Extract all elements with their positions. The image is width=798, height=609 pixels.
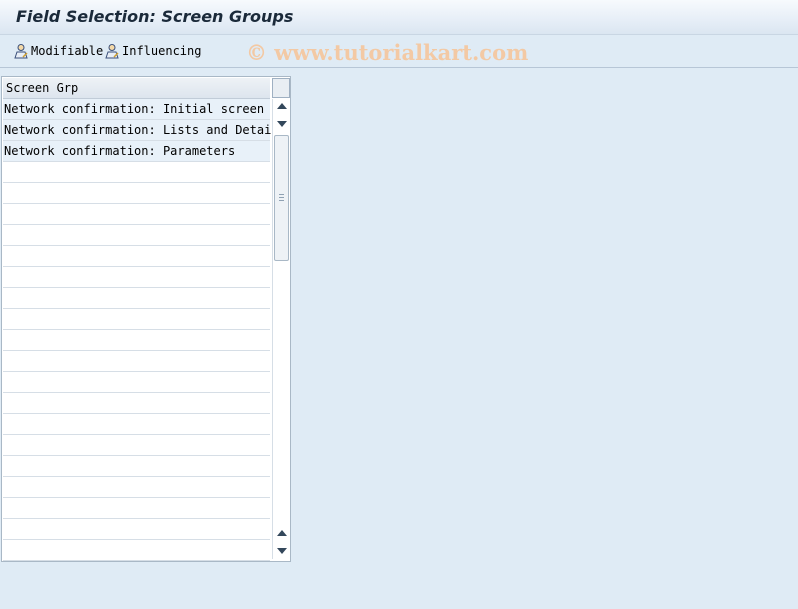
vertical-scrollbar[interactable] [272,99,290,559]
empty-row [3,414,270,435]
empty-row [3,330,270,351]
empty-row [3,246,270,267]
table-rows: Network confirmation: Initial screen Net… [3,99,286,561]
watermark: © www.tutorialkart.com [246,40,529,65]
table-row[interactable]: Network confirmation: Lists and Details [3,120,286,141]
empty-row [3,288,270,309]
empty-row [3,435,270,456]
empty-row [3,540,270,561]
scroll-page-down-icon[interactable] [277,548,287,554]
empty-row [3,498,270,519]
empty-row [3,456,270,477]
person-pen-icon [105,44,119,59]
empty-row [3,393,270,414]
column-header-label: Screen Grp [6,81,79,95]
empty-row [3,351,270,372]
table-row[interactable]: Network confirmation: Parameters [3,141,270,162]
scrollbar-thumb[interactable] [274,135,289,261]
empty-row [3,225,270,246]
page-title: Field Selection: Screen Groups [16,7,294,26]
empty-row [3,204,270,225]
screen-group-table: Screen Grp Network confirmation: Initial… [1,76,291,562]
row-label: Network confirmation: Parameters [4,144,236,158]
empty-row [3,183,270,204]
scroll-page-up-icon[interactable] [277,530,287,536]
row-label: Network confirmation: Lists and Details [4,123,286,137]
influencing-button[interactable]: Influencing [104,41,201,61]
title-bar: Field Selection: Screen Groups [0,0,798,35]
row-label: Network confirmation: Initial screen [4,102,265,116]
scroll-down-icon[interactable] [277,121,287,127]
influencing-label: Influencing [122,44,202,58]
scroll-up-icon[interactable] [277,103,287,109]
empty-row [3,267,270,288]
person-pen-icon [14,44,28,59]
modifiable-button[interactable]: Modifiable [13,41,103,61]
grip-icon [279,194,284,202]
empty-row [3,309,270,330]
empty-row [3,372,270,393]
empty-row [3,162,270,183]
empty-row [3,477,270,498]
column-header-screen-grp[interactable]: Screen Grp [3,78,270,99]
empty-row [3,519,270,540]
modifiable-label: Modifiable [31,44,104,58]
table-row[interactable]: Network confirmation: Initial screen [3,99,270,120]
table-settings-button[interactable] [272,78,290,98]
